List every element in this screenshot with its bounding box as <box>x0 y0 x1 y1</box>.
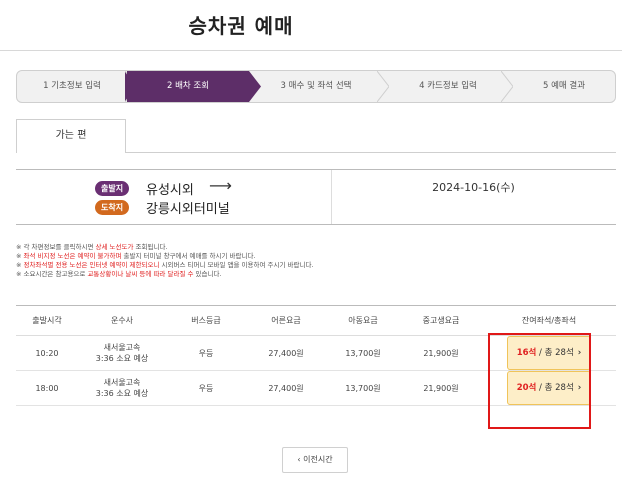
notice-item: ※ 정차좌석별 전용 노선은 인터넷 예약이 제한되오니 시외버스 티머니 모바… <box>16 261 616 270</box>
youth-fare: 21,900원 <box>400 335 482 371</box>
seats-cell: 16석 / 총 28석 › <box>482 335 616 371</box>
header-departure-time: 출발시각 <box>16 305 78 336</box>
header-youth-fare: 중고생요금 <box>400 305 482 336</box>
bus-grade: 우등 <box>166 335 246 371</box>
carrier-cell: 새서울고속 3:36 소요 예상 <box>78 335 166 371</box>
route-summary: 출발지 유성시외 ⟶ 도착지 강릉시외터미널 2024-10-16(수) <box>16 169 616 225</box>
arrival-terminal: 강릉시외터미널 <box>146 202 230 217</box>
notice-text: 있습니다. <box>193 270 222 278</box>
table-row[interactable]: 18:00 새서울고속 3:36 소요 예상 우등 27,400원 13,700원… <box>16 370 616 406</box>
step-separator <box>501 71 513 102</box>
notice-highlight: 정차좌석별 전용 노선은 인터넷 예약이 제한되오니 <box>23 261 160 269</box>
dispatch-table: 출발시각 운수사 버스등급 어른요금 아동요금 중고생요금 잔여좌석/총좌석 1… <box>16 305 616 406</box>
notice-item: ※ 좌석 비지정 노선은 예약이 불가하며 출발지 터미널 창구에서 예매를 하… <box>16 252 616 261</box>
header-carrier: 운수사 <box>78 305 166 336</box>
departure-badge: 출발지 <box>95 181 130 196</box>
step-basic-info: 1 기초정보 입력 <box>17 71 127 102</box>
notice-highlight: 상세 노선도가 <box>95 243 134 251</box>
progress-stepper: 1 기초정보 입력 2 배차 조회 3 매수 및 좌석 선택 4 카드정보 입력… <box>16 70 616 103</box>
previous-time-button[interactable]: ‹ 이전시간 <box>282 447 348 473</box>
step-dispatch-lookup: 2 배차 조회 <box>127 71 249 102</box>
title-divider <box>0 50 622 51</box>
child-fare: 13,700원 <box>326 335 400 371</box>
seats-available: 16석 <box>516 348 537 358</box>
youth-fare: 21,900원 <box>400 370 482 406</box>
notice-text: ※ <box>16 252 24 260</box>
step-separator <box>377 71 389 102</box>
select-seats-button[interactable]: 16석 / 총 28석 › <box>507 336 591 370</box>
notice-list: ※ 각 차편정보를 클릭하시면 상세 노선도가 조회됩니다. ※ 좌석 비지정 … <box>16 243 616 279</box>
departure-date: 2024-10-16(수) <box>432 181 515 194</box>
step-label: 5 예매 결과 <box>542 81 586 91</box>
carrier-name: 새서울고속 <box>103 343 141 352</box>
step-label: 3 매수 및 좌석 선택 <box>280 81 352 91</box>
step-card-info: 4 카드정보 입력 <box>389 71 507 102</box>
chevron-right-icon: › <box>577 383 582 393</box>
notice-highlight: 교통상황이나 날씨 등에 따라 달라질 수 <box>87 270 194 278</box>
notice-text: 출발지 터미널 창구에서 예매를 하시기 바랍니다. <box>121 252 256 260</box>
notice-text: 시외버스 티머니 모바일 앱을 이용하여 주시기 바랍니다. <box>159 261 314 269</box>
trip-duration: 3:36 소요 예상 <box>95 354 149 363</box>
adult-fare: 27,400원 <box>246 370 326 406</box>
chevron-right-icon: › <box>577 348 582 358</box>
header-bus-grade: 버스등급 <box>166 305 246 336</box>
bus-grade: 우등 <box>166 370 246 406</box>
table-row[interactable]: 10:20 새서울고속 3:36 소요 예상 우등 27,400원 13,700원… <box>16 335 616 371</box>
step-label: 4 카드정보 입력 <box>419 81 477 91</box>
notice-text: ※ 각 차편정보를 클릭하시면 <box>16 243 96 251</box>
notice-text: 조회됩니다. <box>133 243 168 251</box>
trip-duration: 3:36 소요 예상 <box>95 389 149 398</box>
child-fare: 13,700원 <box>326 370 400 406</box>
notice-item: ※ 소요시간은 참고용으로 교통상황이나 날씨 등에 따라 달라질 수 있습니다… <box>16 270 616 279</box>
carrier-name: 새서울고속 <box>103 378 141 387</box>
adult-fare: 27,400원 <box>246 335 326 371</box>
notice-item: ※ 각 차편정보를 클릭하시면 상세 노선도가 조회됩니다. <box>16 243 616 252</box>
step-label: 2 배차 조회 <box>166 81 210 91</box>
header-child-fare: 아동요금 <box>326 305 400 336</box>
step-seat-selection: 3 매수 및 좌석 선택 <box>261 71 371 102</box>
seats-available: 20석 <box>516 383 537 393</box>
step-label: 1 기초정보 입력 <box>43 81 101 91</box>
step-booking-result: 5 예매 결과 <box>513 71 615 102</box>
departure-terminal: 유성시외 <box>146 183 194 198</box>
select-seats-button[interactable]: 20석 / 총 28석 › <box>507 371 591 405</box>
carrier-cell: 새서울고속 3:36 소요 예상 <box>78 370 166 406</box>
step-separator <box>249 71 261 102</box>
arrival-badge: 도착지 <box>95 200 130 215</box>
table-header-row: 출발시각 운수사 버스등급 어른요금 아동요금 중고생요금 잔여좌석/총좌석 <box>16 305 616 336</box>
route-arrow-icon: ⟶ <box>209 176 232 195</box>
seats-total: / 총 28석 <box>536 383 574 393</box>
notice-text: ※ <box>16 261 24 269</box>
header-adult-fare: 어른요금 <box>246 305 326 336</box>
departure-time: 18:00 <box>16 370 78 406</box>
header-seats: 잔여좌석/총좌석 <box>482 305 616 336</box>
seats-cell: 20석 / 총 28석 › <box>482 370 616 406</box>
notice-text: ※ 소요시간은 참고용으로 <box>16 270 88 278</box>
departure-time: 10:20 <box>16 335 78 371</box>
seats-total: / 총 28석 <box>536 348 574 358</box>
page-title: 승차권 예매 <box>188 14 294 38</box>
tab-outbound[interactable]: 가는 편 <box>16 119 126 153</box>
notice-highlight: 좌석 비지정 노선은 예약이 불가하며 <box>23 252 122 260</box>
